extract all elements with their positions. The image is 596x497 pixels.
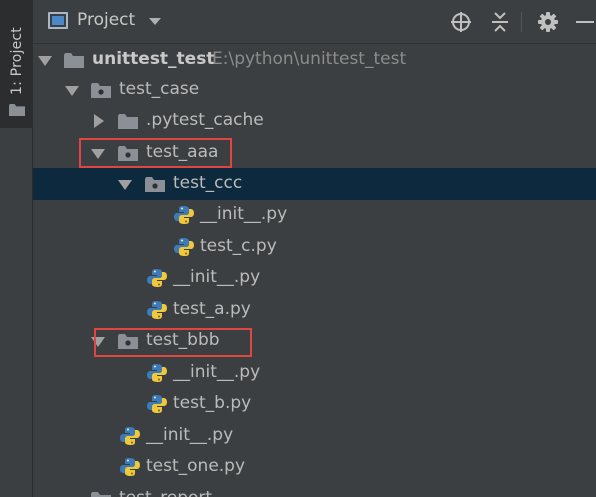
- gear-icon[interactable]: [537, 11, 559, 33]
- project-path: E:\python\unittest_test: [212, 49, 407, 69]
- package-folder-icon: [145, 177, 165, 192]
- folder-icon: [9, 104, 25, 116]
- tree-row-test-b[interactable]: test_b.py: [33, 388, 596, 420]
- project-view-icon: [48, 12, 68, 29]
- tree-item-label: test_report: [119, 488, 212, 497]
- project-panel-header: Project: [33, 0, 596, 44]
- python-file-icon: [174, 206, 194, 224]
- tree-row-case-init[interactable]: __init__.py: [33, 420, 596, 452]
- folder-icon: [91, 492, 111, 497]
- project-tool-tab[interactable]: 1: Project: [0, 0, 33, 128]
- tree-row-test-a[interactable]: test_a.py: [33, 294, 596, 326]
- tree-row-aaa-init[interactable]: __init__.py: [33, 262, 596, 294]
- tree-item-label: __init__.py: [200, 204, 288, 224]
- tree-item-label: test_case: [119, 79, 200, 99]
- tree-item-label: test_a.py: [173, 299, 251, 319]
- panel-title[interactable]: Project: [77, 10, 135, 30]
- minimize-icon[interactable]: [574, 11, 596, 33]
- expand-arrow-icon[interactable]: [118, 180, 132, 190]
- locate-target-icon[interactable]: [450, 11, 472, 33]
- tree-item-label: __init__.py: [173, 267, 261, 287]
- python-file-icon: [120, 427, 140, 445]
- collapse-all-icon[interactable]: [489, 11, 511, 33]
- tree-item-label: unittest_test: [92, 49, 215, 69]
- tree-item-label: test_c.py: [200, 236, 277, 256]
- tree-item-label: __init__.py: [173, 362, 261, 382]
- folder-icon: [64, 53, 84, 68]
- tree-item-label: test_ccc: [173, 173, 243, 193]
- python-file-icon: [147, 269, 167, 287]
- collapsed-arrow-icon[interactable]: [94, 114, 104, 128]
- toolbar-divider: [521, 12, 522, 32]
- chevron-down-icon[interactable]: [149, 18, 161, 25]
- python-file-icon: [120, 458, 140, 476]
- tree-row-pytest-cache[interactable]: .pytest_cache: [33, 105, 596, 137]
- package-folder-icon: [91, 83, 111, 98]
- python-file-icon: [147, 301, 167, 319]
- tree-item-label: .pytest_cache: [146, 110, 264, 130]
- expand-arrow-icon[interactable]: [38, 56, 52, 66]
- highlight-box-test-aaa: [79, 138, 232, 168]
- expand-arrow-icon[interactable]: [65, 86, 79, 96]
- tool-window-strip: 1: Project: [0, 0, 33, 497]
- tree-row-ccc-init[interactable]: __init__.py: [33, 199, 596, 231]
- tree-item-label: test_b.py: [173, 393, 252, 413]
- highlight-box-test-bbb: [94, 328, 252, 357]
- python-file-icon: [147, 364, 167, 382]
- tree-row-test-c[interactable]: test_c.py: [33, 231, 596, 263]
- tree-item-label: test_one.py: [146, 456, 246, 476]
- tree-row-root[interactable]: unittest_test E:\python\unittest_test: [33, 44, 596, 76]
- tree-row-bbb-init[interactable]: __init__.py: [33, 357, 596, 389]
- python-file-icon: [174, 238, 194, 256]
- project-tool-tab-label: 1: Project: [9, 27, 25, 95]
- tree-item-label: __init__.py: [146, 425, 234, 445]
- tree-row-test-report[interactable]: test_report: [33, 483, 596, 497]
- python-file-icon: [147, 395, 167, 413]
- folder-icon: [118, 114, 138, 129]
- tree-row-test-case[interactable]: test_case: [33, 74, 596, 106]
- tree-row-test-one[interactable]: test_one.py: [33, 451, 596, 483]
- tree-row-test-ccc[interactable]: test_ccc: [33, 168, 596, 200]
- project-tree: unittest_test E:\python\unittest_test te…: [33, 44, 596, 497]
